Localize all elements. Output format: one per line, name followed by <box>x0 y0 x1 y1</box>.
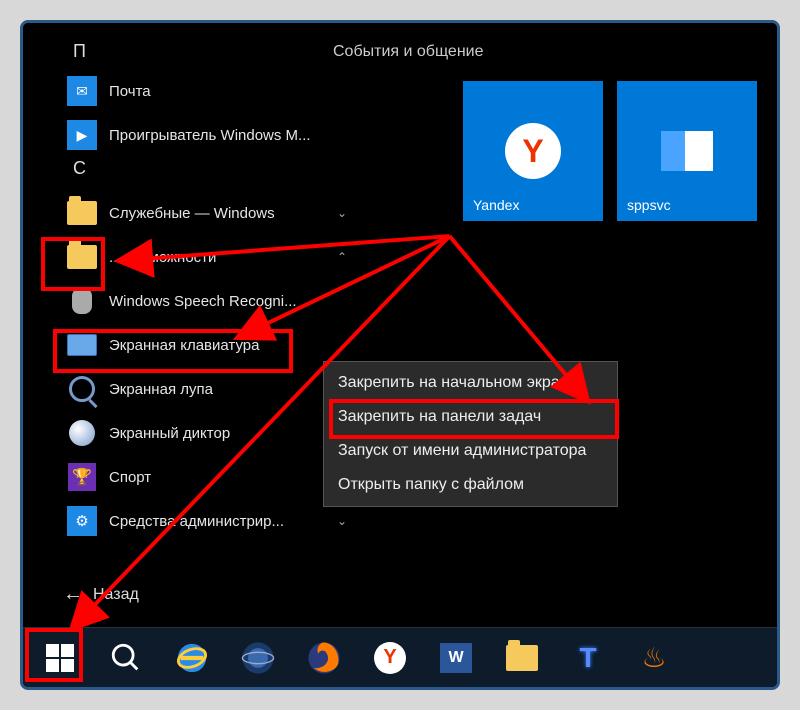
ctx-pin-start[interactable]: Закрепить на начальном экране <box>324 366 617 400</box>
taskbar-word[interactable]: W <box>427 631 485 685</box>
app-label: Экранная лупа <box>109 381 213 398</box>
alpha-header-c[interactable]: С <box>73 158 86 179</box>
app-list-p: ✉ Почта ▶ Проигрыватель Windows M... <box>61 69 361 157</box>
yandex-icon: Y <box>505 123 561 179</box>
windows-icon <box>46 644 74 672</box>
chevron-down-icon: ⌄ <box>337 206 347 220</box>
tile-sppsvc[interactable]: sppsvc <box>617 81 757 221</box>
app-label: Проигрыватель Windows M... <box>109 127 311 144</box>
word-icon: W <box>439 641 473 675</box>
app-item-osk[interactable]: Экранная клавиатура <box>61 323 361 367</box>
arrow-left-icon: ← <box>63 583 83 606</box>
app-label: Служебные — Windows <box>109 205 275 222</box>
folder-icon <box>505 641 539 675</box>
app-label: Средства администрир... <box>109 513 284 530</box>
back-button[interactable]: ← Назад <box>63 583 139 606</box>
tile-group-title[interactable]: События и общение <box>333 43 484 61</box>
app-item-admin-tools[interactable]: ⚙ Средства администрир... ⌄ <box>61 499 361 543</box>
app-label: Экранная клавиатура <box>109 337 259 354</box>
app-item-magnifier[interactable]: Экранная лупа <box>61 367 361 411</box>
app-label: ... возможности <box>109 249 216 266</box>
narrator-icon <box>67 418 97 448</box>
search-button[interactable] <box>97 631 155 685</box>
taskbar-sputnik[interactable] <box>229 631 287 685</box>
app-item-narrator[interactable]: Экранный диктор <box>61 411 361 455</box>
app-item-speech[interactable]: Windows Speech Recogni... <box>61 279 361 323</box>
app-item-system-tools[interactable]: Служебные — Windows ⌄ <box>61 191 361 235</box>
taskbar-firefox[interactable] <box>295 631 353 685</box>
tile-label: sppsvc <box>627 197 671 213</box>
mail-icon: ✉ <box>67 76 97 106</box>
sppsvc-icon <box>661 131 713 171</box>
taskbar: Y W T ♨ <box>23 627 777 687</box>
tile-label: Yandex <box>473 197 519 213</box>
ctx-open-folder[interactable]: Открыть папку с файлом <box>324 468 617 502</box>
gear-icon: ⚙ <box>67 506 97 536</box>
ctx-run-admin[interactable]: Запуск от имени администратора <box>324 434 617 468</box>
back-label: Назад <box>93 586 139 604</box>
screenshot-frame: П С События и общение Y Yandex sppsvc ✉ … <box>20 20 780 690</box>
start-menu: П С События и общение Y Yandex sppsvc ✉ … <box>23 23 777 628</box>
wmp-icon: ▶ <box>67 120 97 150</box>
app-item-accessibility[interactable]: ... возможности ⌃ <box>61 235 361 279</box>
taskbar-ie[interactable] <box>163 631 221 685</box>
app-item-wmp[interactable]: ▶ Проигрыватель Windows M... <box>61 113 361 157</box>
taskbar-app-t[interactable]: T <box>559 631 617 685</box>
folder-icon <box>67 242 97 272</box>
ctx-pin-taskbar[interactable]: Закрепить на панели задач <box>324 400 617 434</box>
firefox-icon <box>307 641 341 675</box>
app-item-sport[interactable]: 🏆 Спорт <box>61 455 361 499</box>
chevron-up-icon: ⌃ <box>337 250 347 264</box>
trophy-icon: 🏆 <box>67 462 97 492</box>
app-label: Экранный диктор <box>109 425 230 442</box>
folder-icon <box>67 198 97 228</box>
magnifier-icon <box>67 374 97 404</box>
yandex-icon: Y <box>373 641 407 675</box>
tile-group: Y Yandex sppsvc <box>463 81 757 221</box>
globe-icon <box>241 641 275 675</box>
app-item-mail[interactable]: ✉ Почта <box>61 69 361 113</box>
search-icon <box>109 641 143 675</box>
letter-t-icon: T <box>571 641 605 675</box>
taskbar-explorer[interactable] <box>493 631 551 685</box>
tile-yandex[interactable]: Y Yandex <box>463 81 603 221</box>
app-list-c: Служебные — Windows ⌄ ... возможности ⌃ … <box>61 191 361 543</box>
chevron-down-icon: ⌄ <box>337 514 347 528</box>
keyboard-icon <box>67 330 97 360</box>
taskbar-burn[interactable]: ♨ <box>625 631 683 685</box>
alpha-header-p[interactable]: П <box>73 41 86 62</box>
taskbar-yandex[interactable]: Y <box>361 631 419 685</box>
ie-icon <box>175 641 209 675</box>
start-button[interactable] <box>31 631 89 685</box>
mic-icon <box>67 286 97 316</box>
context-menu: Закрепить на начальном экране Закрепить … <box>323 361 618 507</box>
app-label: Спорт <box>109 469 151 486</box>
flame-icon: ♨ <box>637 641 671 675</box>
app-label: Windows Speech Recogni... <box>109 293 297 310</box>
app-label: Почта <box>109 83 151 100</box>
